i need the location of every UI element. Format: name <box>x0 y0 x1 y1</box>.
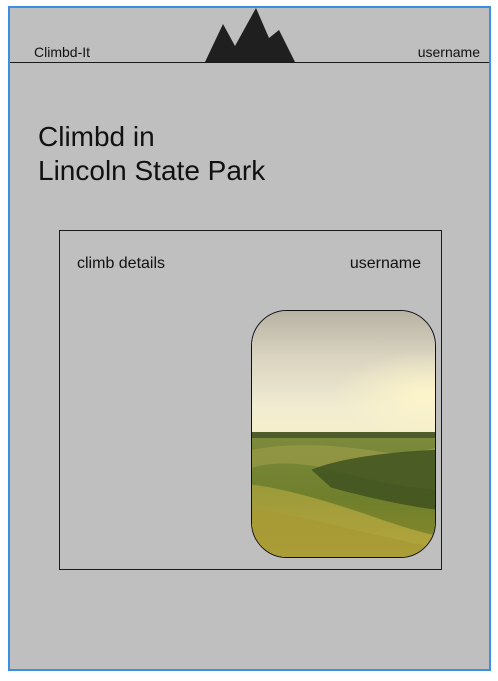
card-username[interactable]: username <box>350 255 421 273</box>
mountain-icon[interactable] <box>205 8 295 62</box>
brand-name[interactable]: Climbd-It <box>34 44 90 60</box>
climb-card[interactable]: climb details username <box>59 230 442 570</box>
page-title-line-1: Climbd in <box>38 121 155 152</box>
page-title-line-2: Lincoln State Park <box>38 155 266 186</box>
landscape-image <box>252 311 435 557</box>
page-title: Climbd in Lincoln State Park <box>38 120 265 188</box>
header-username[interactable]: username <box>418 44 480 60</box>
app-frame: Climbd-It username Climbd in Lincoln Sta… <box>8 6 491 671</box>
landscape-photo[interactable] <box>251 310 436 558</box>
top-bar: Climbd-It username <box>10 8 489 63</box>
card-title: climb details <box>77 255 166 272</box>
